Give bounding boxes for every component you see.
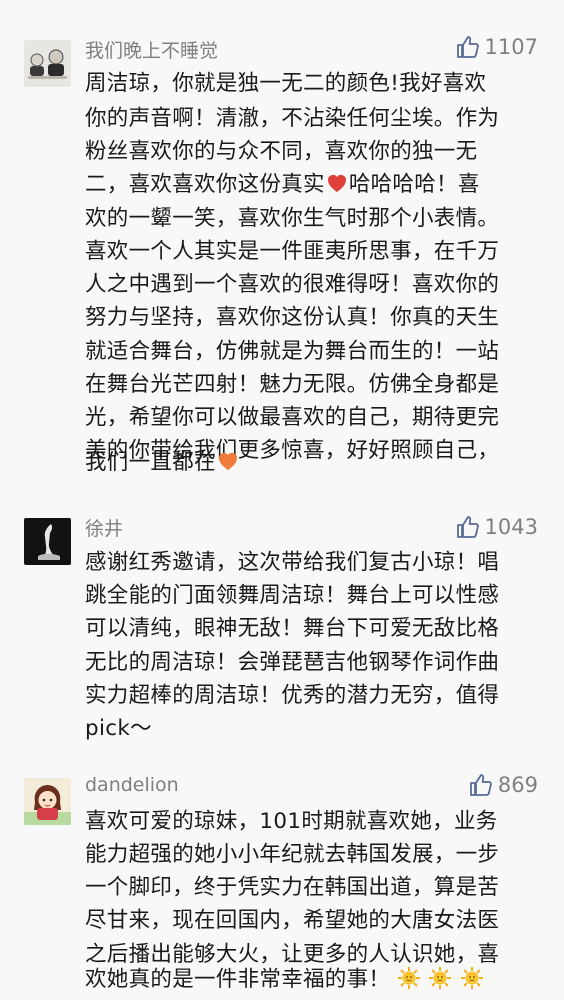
- comment-text-line: 无比的周洁琼！会弹琵琶吉他钢琴作词作曲: [85, 650, 500, 675]
- figurines-avatar-icon: [24, 40, 71, 87]
- comment-text-line: 光，希望你可以做最喜欢的自己，期待更完: [85, 405, 500, 430]
- comment-text-line: 跳全能的门面领舞周洁琼！舞台上可以性感: [85, 583, 500, 608]
- comment-text-line: 欢的一颦一笑，喜欢你生气时那个小表情。: [85, 206, 500, 231]
- like-button[interactable]: 1043: [455, 514, 538, 540]
- comment-text-line: 能力超强的她小小年纪就去韩国发展，一步: [85, 842, 500, 867]
- comment-text: 二，喜欢喜欢你这份真实: [85, 172, 325, 197]
- comment-text-line: 可以清纯，眼神无敌！舞台下可爱无敌比格: [85, 616, 500, 641]
- comment-text: 欢她真的是一件非常幸福的事！: [85, 967, 391, 992]
- cartoon-girl-avatar-icon: [24, 778, 71, 825]
- comment-text-line: 一个脚印，终于凭实力在韩国出道，算是苦: [85, 875, 500, 900]
- comment-text-line: 感谢红秀邀请，这次带给我们复古小琼！唱: [85, 550, 500, 575]
- avatar[interactable]: [24, 518, 71, 565]
- comment-text-line-with-emoji: 二，喜欢喜欢你这份真实 哈哈哈哈！喜: [85, 167, 480, 198]
- comment-text-line-with-emoji: 欢她真的是一件非常幸福的事！: [85, 962, 484, 993]
- like-count: 1107: [484, 35, 538, 59]
- avatar[interactable]: [24, 778, 71, 825]
- comment-text-line: 粉丝喜欢你的与众不同，喜欢你的独一无: [85, 139, 478, 164]
- thumbs-up-icon: [470, 774, 492, 796]
- comment-text-line: 人之中遇到一个喜欢的很难得呀！喜欢你的: [85, 272, 500, 297]
- comment-text-line: 实力超棒的周洁琼！优秀的潜力无穷，值得: [85, 683, 500, 708]
- thumbs-up-icon: [456, 36, 479, 58]
- sun-face-icon: [397, 966, 421, 990]
- sun-face-icon: [428, 966, 452, 990]
- comment-username[interactable]: dandelion: [85, 774, 179, 796]
- comment-text: 哈哈哈哈！喜: [348, 172, 480, 197]
- sun-face-icon: [460, 966, 484, 990]
- comment-text-line: 尽甘来，现在回国内，希望她的大唐女法医: [85, 908, 500, 933]
- avatar[interactable]: [24, 40, 71, 87]
- comment-text-line-with-emoji: 我们一直都在: [85, 445, 240, 476]
- red-heart-icon: [325, 171, 349, 195]
- like-count: 869: [497, 773, 538, 797]
- comment-text-line: 努力与坚持，喜欢你这份认真！你真的天生: [85, 305, 500, 330]
- like-count: 1043: [484, 515, 538, 539]
- comment-username[interactable]: 我们晚上不睡觉: [85, 36, 218, 63]
- orange-heart-icon: [216, 449, 240, 473]
- comment-text: 我们一直都在: [85, 450, 216, 475]
- comment-text-line: 周洁琼，你就是独一无二的颜色!我好喜欢: [85, 71, 487, 96]
- comment-text-line: 你的声音啊！清澈，不沾染任何尘埃。作为: [85, 106, 500, 131]
- comment-text-line: 就适合舞台，仿佛就是为舞台而生的！一站: [85, 339, 500, 364]
- comment-text-line: 喜欢一个人其实是一件匪夷所思事，在千万: [85, 239, 500, 264]
- like-button[interactable]: 1107: [455, 34, 538, 60]
- comment-username[interactable]: 徐井: [85, 514, 123, 541]
- thumbs-up-icon: [456, 516, 479, 538]
- comment-text-line: 在舞台光芒四射！魅力无限。仿佛全身都是: [85, 372, 500, 397]
- comment-text-line: 喜欢可爱的琼妹，101时期就喜欢她，业务: [85, 809, 498, 834]
- comment-text-line: pick～: [85, 716, 152, 741]
- dancer-silhouette-avatar-icon: [24, 518, 71, 565]
- like-button[interactable]: 869: [468, 772, 538, 798]
